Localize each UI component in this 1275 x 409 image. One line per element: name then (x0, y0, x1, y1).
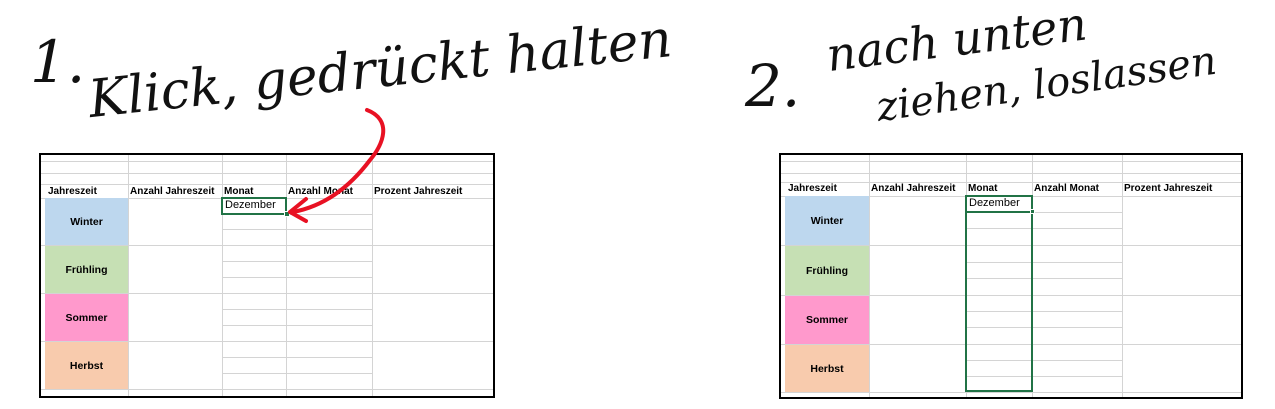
step2-number: 2. (745, 52, 801, 120)
spreadsheet-step1: Jahreszeit Anzahl Jahreszeit Monat Anzah… (39, 153, 495, 398)
cell-selection-border (965, 195, 1033, 213)
spreadsheet-step2: Jahreszeit Anzahl Jahreszeit Monat Anzah… (779, 153, 1243, 399)
season-cell-fruehling[interactable]: Frühling (45, 246, 128, 293)
season-cell-winter[interactable]: Winter (785, 196, 869, 245)
drag-fill-range-selection (965, 195, 1033, 392)
header-prozent-jahreszeit: Prozent Jahreszeit (374, 186, 463, 197)
header-jahreszeit: Jahreszeit (788, 183, 837, 194)
season-cell-sommer[interactable]: Sommer (785, 296, 869, 344)
cell-selection-border (221, 197, 287, 215)
header-anzahl-monat: Anzahl Monat (288, 186, 353, 197)
step1-instruction: Klick, gedrückt halten (85, 9, 675, 130)
season-cell-herbst[interactable]: Herbst (785, 345, 869, 392)
step1-number: 1. (30, 28, 86, 96)
header-jahreszeit: Jahreszeit (48, 186, 97, 197)
fill-handle[interactable] (1030, 209, 1035, 214)
header-anzahl-jahreszeit: Anzahl Jahreszeit (871, 183, 956, 194)
season-cell-winter[interactable]: Winter (45, 198, 128, 245)
header-prozent-jahreszeit: Prozent Jahreszeit (1124, 183, 1213, 194)
season-cell-herbst[interactable]: Herbst (45, 342, 128, 389)
header-anzahl-jahreszeit: Anzahl Jahreszeit (130, 186, 215, 197)
season-cell-sommer[interactable]: Sommer (45, 294, 128, 341)
fill-handle[interactable] (284, 211, 290, 217)
header-anzahl-monat: Anzahl Monat (1034, 183, 1099, 194)
season-cell-fruehling[interactable]: Frühling (785, 246, 869, 295)
header-monat: Monat (968, 183, 998, 194)
